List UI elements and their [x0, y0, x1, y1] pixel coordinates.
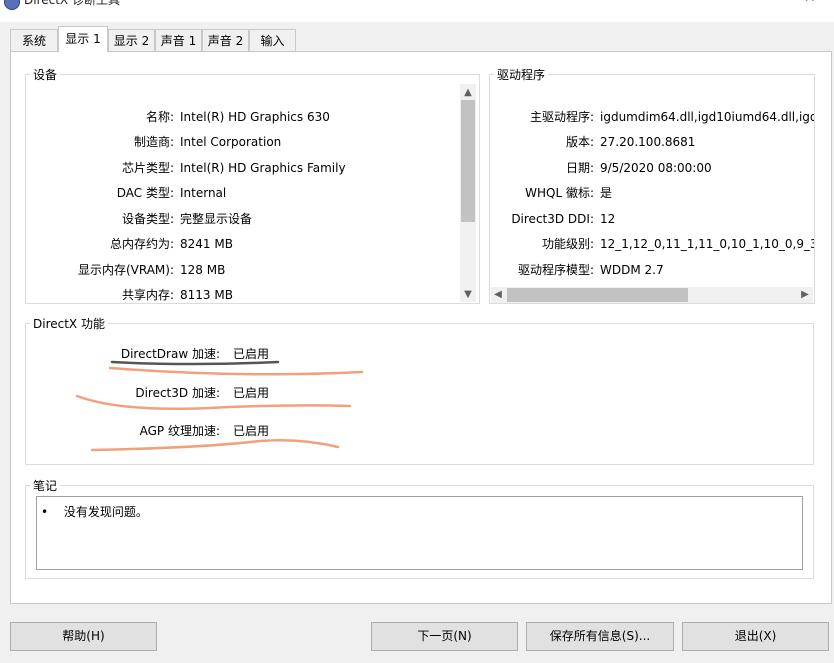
device-scroll-thumb[interactable]	[461, 100, 475, 222]
driver-row-version: 版本: 27.20.100.8681	[565, 135, 696, 149]
driver-row-driver-model: 驱动程序模型: WDDM 2.7	[517, 263, 664, 277]
device-row-device-type: 设备类型: 完整显示设备	[121, 212, 253, 226]
tab-sound-1[interactable]: 声音 1	[155, 29, 202, 51]
directx-group-title: DirectX 功能	[30, 315, 108, 332]
dxdiag-icon	[4, 0, 20, 10]
device-group-title: 设备	[30, 66, 61, 83]
driver-scroll-thumb[interactable]	[507, 288, 688, 302]
directx-row-directdraw: DirectDraw 加速: 已启用	[120, 347, 270, 361]
tab-sound-2[interactable]: 声音 2	[202, 29, 249, 51]
scroll-up-arrow-icon[interactable]: ▲	[461, 86, 475, 100]
tab-display-1[interactable]: 显示 1	[58, 26, 108, 52]
exit-button[interactable]: 退出(X)	[682, 622, 829, 651]
help-button[interactable]: 帮助(H)	[10, 622, 157, 651]
driver-group-title: 驱动程序	[494, 66, 549, 83]
tab-system[interactable]: 系统	[10, 29, 58, 51]
device-row-chip-type: 芯片类型: Intel(R) HD Graphics Family	[121, 161, 346, 175]
driver-row-main-driver: 主驱动程序: igdumdim64.dll,igd10iumd64.dll,ig…	[529, 110, 814, 124]
window-title: DirectX 诊断工具	[24, 0, 120, 7]
device-row-total-memory: 总内存约为: 8241 MB	[109, 237, 233, 251]
notes-item: • 没有发现问题。	[41, 505, 148, 519]
tab-display-2[interactable]: 显示 2	[108, 29, 155, 51]
title-bar: DirectX 诊断工具 ✕	[0, 0, 834, 22]
directx-row-direct3d: Direct3D 加速: 已启用	[135, 386, 270, 400]
driver-list[interactable]: 主驱动程序: igdumdim64.dll,igd10iumd64.dll,ig…	[490, 100, 814, 285]
scroll-left-arrow-icon[interactable]: ◀	[491, 288, 505, 302]
driver-row-whql: WHQL 徽标: 是	[525, 186, 613, 200]
device-row-manufacturer: 制造商: Intel Corporation	[133, 135, 282, 149]
scroll-down-arrow-icon[interactable]: ▼	[461, 288, 475, 302]
bullet-icon: •	[41, 505, 49, 519]
notes-textbox[interactable]: • 没有发现问题。	[36, 496, 803, 570]
directx-row-agp: AGP 纹理加速: 已启用	[139, 424, 270, 438]
device-row-shared-memory: 共享内存: 8113 MB	[121, 288, 233, 302]
scroll-right-arrow-icon[interactable]: ▶	[798, 288, 812, 302]
device-row-vram: 显示内存(VRAM): 128 MB	[77, 263, 226, 277]
tab-input[interactable]: 输入	[249, 29, 296, 51]
close-icon[interactable]: ✕	[804, 0, 816, 6]
driver-row-d3d-ddi: Direct3D DDI: 12	[511, 212, 616, 226]
notes-group-title: 笔记	[30, 477, 61, 494]
device-row-name: 名称: Intel(R) HD Graphics 630	[145, 110, 330, 124]
next-page-button[interactable]: 下一页(N)	[371, 622, 518, 651]
driver-row-date: 日期: 9/5/2020 08:00:00	[565, 161, 712, 175]
save-all-info-button[interactable]: 保存所有信息(S)...	[526, 622, 674, 651]
device-row-dac-type: DAC 类型: Internal	[116, 186, 227, 200]
driver-row-feature-levels: 功能级别: 12_1,12_0,11_1,11_0,10_1,10_0,9_3,…	[541, 237, 814, 251]
